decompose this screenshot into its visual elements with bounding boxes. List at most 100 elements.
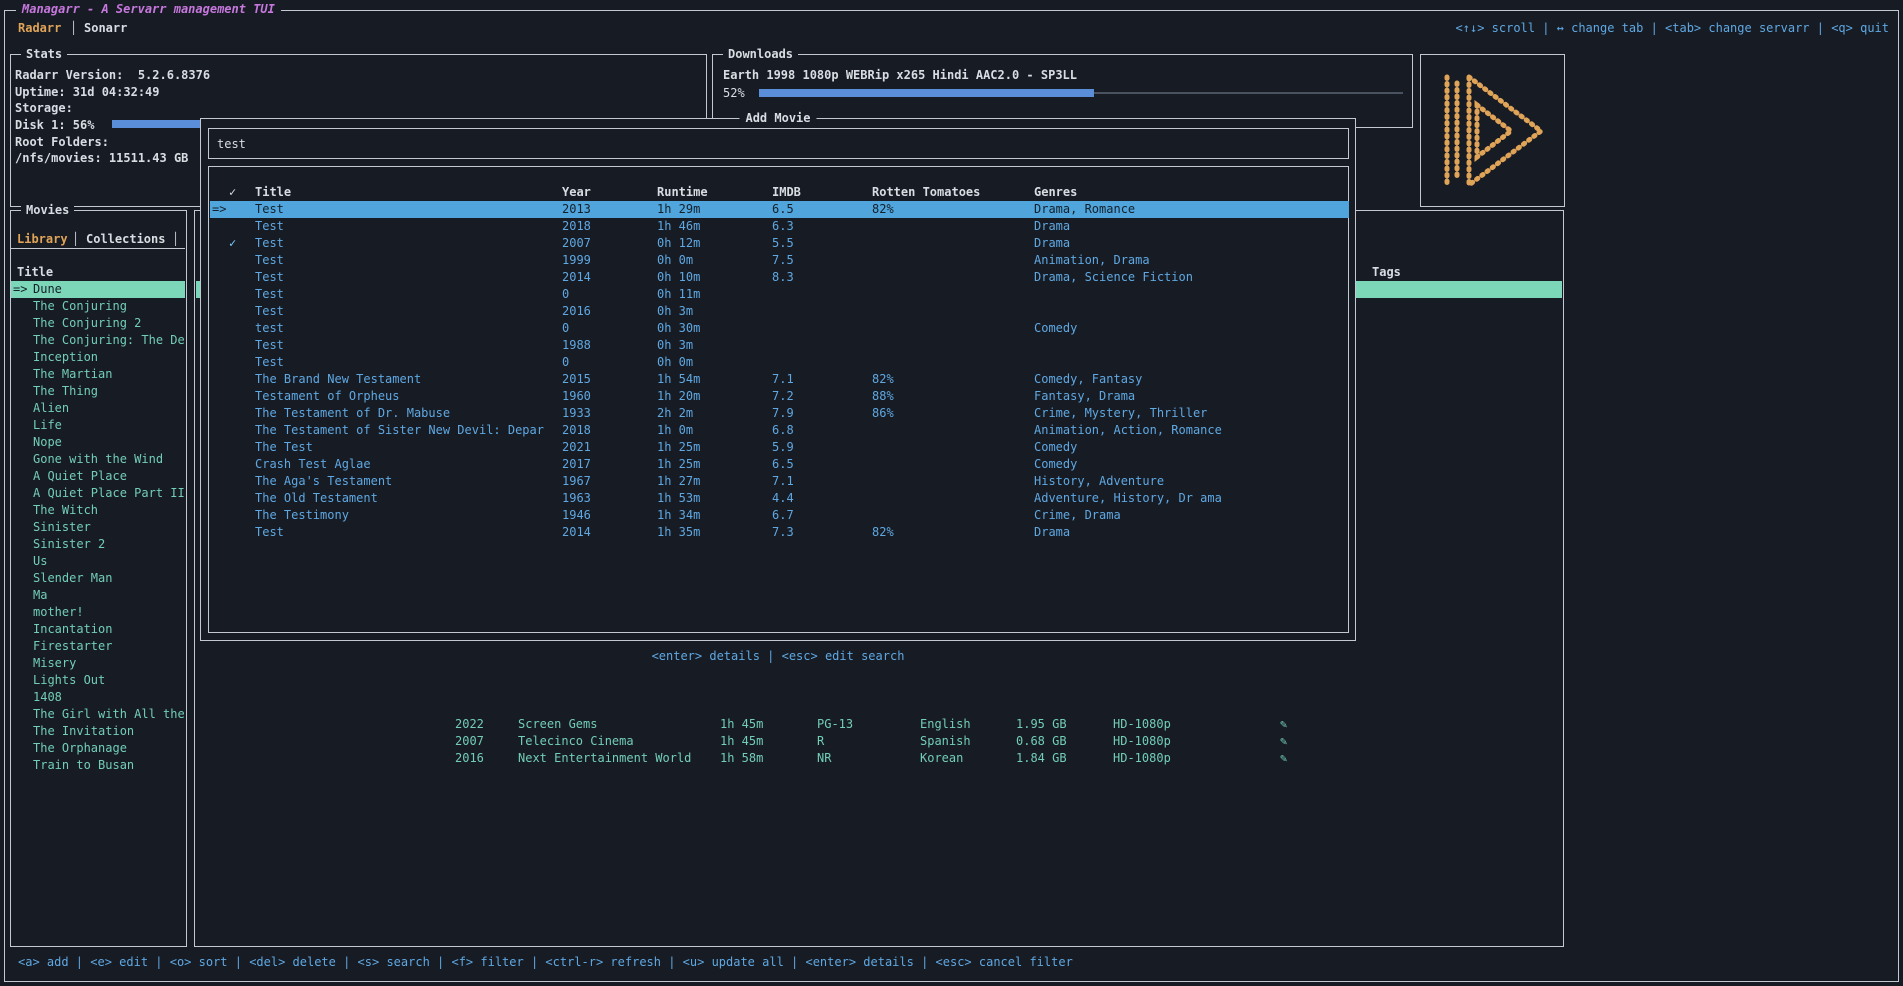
- library-rows: 2022 Screen Gems 1h 45m PG-13 English 1.…: [194, 716, 1564, 767]
- add-movie-search-input[interactable]: [217, 134, 1337, 154]
- add-movie-row[interactable]: Testament of Orpheus 1960 1h 20m 7.2 88%…: [210, 388, 1349, 405]
- movie-title: A Quiet Place Part II: [33, 486, 185, 500]
- movie-list-item[interactable]: Firestarter: [11, 638, 185, 655]
- tabs-underline: [11, 248, 185, 249]
- movie-list-item[interactable]: Lights Out: [11, 672, 185, 689]
- add-movie-row[interactable]: Test 1999 0h 0m 7.5 Animation, Drama: [210, 252, 1349, 269]
- certification-cell: R: [817, 733, 824, 750]
- year-cell: 0: [562, 286, 569, 303]
- movie-list-item[interactable]: The Girl with All the: [11, 706, 185, 723]
- runtime-cell: 1h 54m: [657, 371, 700, 388]
- add-movie-row[interactable]: Crash Test Aglae 2017 1h 25m 6.5 Comedy: [210, 456, 1349, 473]
- movie-title: Ma: [33, 588, 47, 602]
- movie-list-item[interactable]: Sinister 2: [11, 536, 185, 553]
- add-movie-row[interactable]: Test 0 0h 0m: [210, 354, 1349, 371]
- add-movie-row[interactable]: The Testament of Dr. Mabuse 1933 2h 2m 7…: [210, 405, 1349, 422]
- language-cell: Spanish: [920, 733, 971, 750]
- library-row[interactable]: 2022 Screen Gems 1h 45m PG-13 English 1.…: [194, 716, 1564, 733]
- add-movie-row[interactable]: The Brand New Testament 2015 1h 54m 7.1 …: [210, 371, 1349, 388]
- genres-cell: Animation, Drama: [1034, 252, 1150, 269]
- add-movie-row[interactable]: Test 2018 1h 46m 6.3 Drama: [210, 218, 1349, 235]
- add-movie-row[interactable]: The Testimony 1946 1h 34m 6.7 Crime, Dra…: [210, 507, 1349, 524]
- movie-list-item[interactable]: Us: [11, 553, 185, 570]
- movie-list-item[interactable]: Life: [11, 417, 185, 434]
- tab-collections[interactable]: Collections: [86, 231, 165, 248]
- storage-heading: Storage:: [15, 100, 73, 117]
- movie-list-item[interactable]: Incantation: [11, 621, 185, 638]
- imdb-cell: 6.3: [772, 218, 794, 235]
- add-movie-row[interactable]: Test 1988 0h 3m: [210, 337, 1349, 354]
- movie-list-item[interactable]: The Orphanage: [11, 740, 185, 757]
- movie-list-item[interactable]: Train to Busan: [11, 757, 185, 774]
- tab-radarr[interactable]: Radarr: [18, 20, 61, 37]
- imdb-cell: 8.3: [772, 269, 794, 286]
- add-movie-row[interactable]: The Aga's Testament 1967 1h 27m 7.1 Hist…: [210, 473, 1349, 490]
- genres-cell: Crime, Mystery, Thriller: [1034, 405, 1207, 422]
- year-cell: 2007: [455, 733, 484, 750]
- year-cell: 1999: [562, 252, 591, 269]
- movie-list-item[interactable]: The Conjuring 2: [11, 315, 185, 332]
- year-cell: 1988: [562, 337, 591, 354]
- movie-list-item[interactable]: Inception: [11, 349, 185, 366]
- add-movie-row[interactable]: The Testament of Sister New Devil: Depar…: [210, 422, 1349, 439]
- movie-title: Sinister 2: [33, 537, 105, 551]
- movie-list-item[interactable]: The Conjuring: The De: [11, 332, 185, 349]
- movie-list-item[interactable]: => Dune: [11, 281, 185, 298]
- add-movie-row[interactable]: The Test 2021 1h 25m 5.9 Comedy: [210, 439, 1349, 456]
- col-monitored-check-icon: ✓: [229, 184, 236, 201]
- add-movie-row[interactable]: test 0 0h 30m Comedy: [210, 320, 1349, 337]
- tag-pencil-icon: ✎: [1280, 733, 1287, 750]
- title-cell: Test: [255, 286, 284, 303]
- genres-cell: Drama: [1034, 218, 1070, 235]
- movie-list-item[interactable]: Slender Man: [11, 570, 185, 587]
- runtime-cell: 0h 3m: [657, 303, 693, 320]
- tab-sonarr[interactable]: Sonarr: [84, 20, 127, 37]
- col-runtime: Runtime: [657, 184, 708, 201]
- imdb-cell: 6.8: [772, 422, 794, 439]
- add-movie-row[interactable]: Test 2016 0h 3m: [210, 303, 1349, 320]
- download-item-title: Earth 1998 1080p WEBRip x265 Hindi AAC2.…: [723, 67, 1077, 84]
- tag-pencil-icon: ✎: [1280, 750, 1287, 767]
- col-title: Title: [255, 184, 291, 201]
- movie-list-item[interactable]: Alien: [11, 400, 185, 417]
- movie-list-item[interactable]: Misery: [11, 655, 185, 672]
- disk-usage-label: Disk 1: 56%: [15, 117, 94, 134]
- movie-list-item[interactable]: A Quiet Place: [11, 468, 185, 485]
- movie-list-item[interactable]: Gone with the Wind: [11, 451, 185, 468]
- add-movie-row[interactable]: => Test 2013 1h 29m 6.5 82% Drama, Roman…: [210, 201, 1349, 218]
- movie-list-item[interactable]: The Thing: [11, 383, 185, 400]
- title-cell: The Aga's Testament: [255, 473, 392, 490]
- movie-list-item[interactable]: mother!: [11, 604, 185, 621]
- title-cell: The Old Testament: [255, 490, 378, 507]
- movie-list-item[interactable]: The Conjuring: [11, 298, 185, 315]
- library-row[interactable]: 2016 Next Entertainment World 1h 58m NR …: [194, 750, 1564, 767]
- genres-cell: Comedy: [1034, 439, 1077, 456]
- movie-list-item[interactable]: A Quiet Place Part II: [11, 485, 185, 502]
- runtime-cell: 1h 29m: [657, 201, 700, 218]
- add-movie-row[interactable]: The Old Testament 1963 1h 53m 4.4 Advent…: [210, 490, 1349, 507]
- movie-list-item[interactable]: 1408: [11, 689, 185, 706]
- global-keybinds: <↑↓> scroll | ↔ change tab | <tab> chang…: [1456, 20, 1889, 37]
- movie-list-item[interactable]: Ma: [11, 587, 185, 604]
- title-cell: The Testament of Sister New Devil: Depar: [255, 422, 544, 439]
- movie-list-item[interactable]: Nope: [11, 434, 185, 451]
- movie-list-item[interactable]: The Invitation: [11, 723, 185, 740]
- genres-cell: History, Adventure: [1034, 473, 1164, 490]
- imdb-cell: 7.3: [772, 524, 794, 541]
- movie-list-item[interactable]: Sinister: [11, 519, 185, 536]
- add-movie-row[interactable]: Test 0 0h 11m: [210, 286, 1349, 303]
- add-movie-row[interactable]: Test 2014 1h 35m 7.3 82% Drama: [210, 524, 1349, 541]
- language-cell: Korean: [920, 750, 963, 767]
- size-cell: 1.95 GB: [1016, 716, 1067, 733]
- results-table: ✓ Title Year Runtime IMDB Rotten Tomatoe…: [208, 166, 1349, 633]
- movie-list-item[interactable]: The Martian: [11, 366, 185, 383]
- add-movie-row[interactable]: Test 2014 0h 10m 8.3 Drama, Science Fict…: [210, 269, 1349, 286]
- imdb-cell: 7.1: [772, 473, 794, 490]
- download-progress-label: 52%: [723, 85, 745, 102]
- add-movie-row[interactable]: ✓ Test 2007 0h 12m 5.5 Drama: [210, 235, 1349, 252]
- rotten-tomatoes-cell: 88%: [872, 388, 894, 405]
- tab-library[interactable]: Library: [17, 231, 68, 248]
- library-row[interactable]: 2007 Telecinco Cinema 1h 45m R Spanish 0…: [194, 733, 1564, 750]
- movie-list-item[interactable]: The Witch: [11, 502, 185, 519]
- year-cell: 0: [562, 320, 569, 337]
